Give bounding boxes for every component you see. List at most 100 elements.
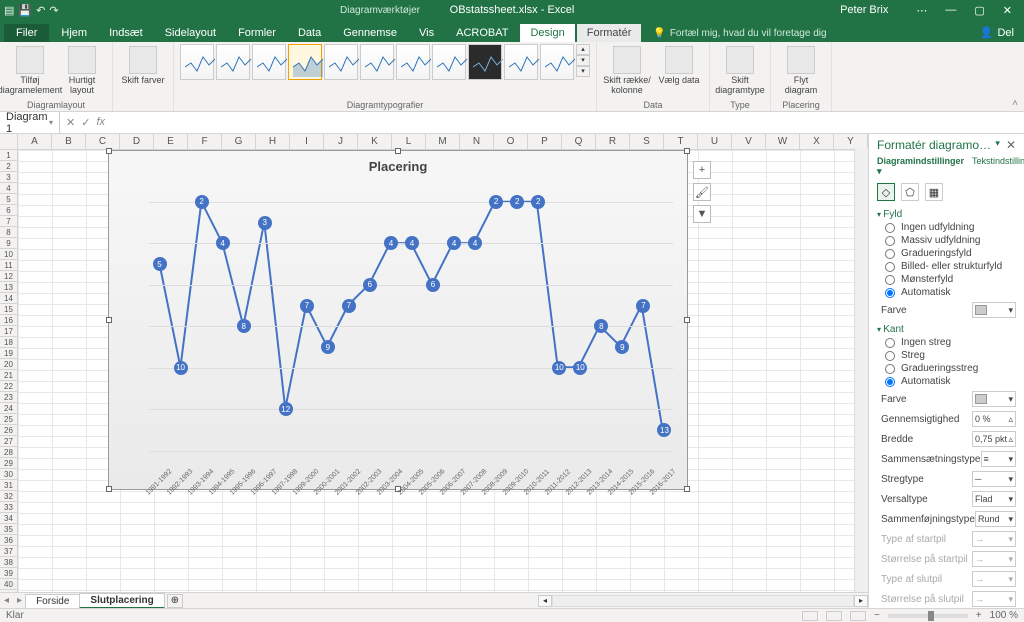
- fill-line-tab-icon[interactable]: ◇: [877, 183, 895, 201]
- data-point[interactable]: 4: [468, 236, 482, 250]
- cap-type-select[interactable]: Flad▾: [972, 491, 1016, 507]
- sheet-tab-slutplacering[interactable]: Slutplacering: [79, 593, 164, 609]
- chart-style-9[interactable]: [468, 44, 502, 80]
- close-button[interactable]: ✕: [995, 2, 1020, 19]
- data-point[interactable]: 10: [174, 361, 188, 375]
- fill-color-picker[interactable]: ▾: [972, 302, 1016, 318]
- ribbon-options-icon[interactable]: ⋯: [908, 2, 935, 19]
- tab-data[interactable]: Data: [288, 24, 331, 42]
- data-point[interactable]: 9: [321, 340, 335, 354]
- opt-no-fill[interactable]: Ingen udfyldning: [885, 222, 1016, 233]
- chart-style-2[interactable]: [216, 44, 250, 80]
- vertical-scrollbar[interactable]: [854, 148, 868, 592]
- zoom-out-button[interactable]: −: [874, 610, 880, 621]
- data-point[interactable]: 8: [594, 319, 608, 333]
- data-point[interactable]: 2: [195, 195, 209, 209]
- change-colors-button[interactable]: Skift farver: [119, 44, 167, 86]
- pane-close-icon[interactable]: ✕: [1006, 138, 1016, 152]
- opt-pattern-fill[interactable]: Mønsterfyld: [885, 274, 1016, 285]
- transparency-input[interactable]: 0 %▵: [972, 411, 1016, 427]
- tab-insert[interactable]: Indsæt: [99, 24, 153, 42]
- data-point[interactable]: 2: [489, 195, 503, 209]
- line-color-picker[interactable]: ▾: [972, 391, 1016, 407]
- opt-no-line[interactable]: Ingen streg: [885, 337, 1016, 348]
- sheet-tab-forside[interactable]: Forside: [25, 594, 80, 608]
- pane-tab-chart-options[interactable]: Diagramindstillinger ▾: [877, 156, 964, 177]
- chevron-down-icon[interactable]: ▾: [49, 118, 53, 127]
- opt-picture-fill[interactable]: Billed- eller strukturfyld: [885, 261, 1016, 272]
- data-point[interactable]: 6: [426, 278, 440, 292]
- tab-home[interactable]: Hjem: [51, 24, 97, 42]
- data-point[interactable]: 13: [657, 423, 671, 437]
- cancel-formula-icon[interactable]: ✕: [66, 116, 75, 129]
- zoom-value[interactable]: 100 %: [990, 610, 1018, 621]
- maximize-button[interactable]: ▢: [966, 2, 992, 19]
- tab-format[interactable]: Formatér: [577, 24, 642, 42]
- fx-icon[interactable]: fx: [96, 116, 105, 129]
- data-point[interactable]: 8: [237, 319, 251, 333]
- add-chart-element-button[interactable]: Tilføj diagramelement: [6, 44, 54, 96]
- zoom-slider[interactable]: [888, 614, 968, 618]
- chart-style-3[interactable]: [252, 44, 286, 80]
- select-all-cell[interactable]: [0, 134, 18, 150]
- tell-me[interactable]: 💡Fortæl mig, hvad du vil foretage dig: [643, 25, 836, 42]
- dash-type-select[interactable]: ─▾: [972, 471, 1016, 487]
- view-normal-button[interactable]: [802, 611, 818, 621]
- chart-style-11[interactable]: [540, 44, 574, 80]
- chart-filter-button[interactable]: ▼: [693, 205, 711, 223]
- data-point[interactable]: 12: [279, 402, 293, 416]
- data-point[interactable]: 7: [636, 299, 650, 313]
- opt-solid-line[interactable]: Streg: [885, 350, 1016, 361]
- chart-style-6[interactable]: [360, 44, 394, 80]
- data-point[interactable]: 4: [447, 236, 461, 250]
- chart-plus-button[interactable]: +: [693, 161, 711, 179]
- enter-formula-icon[interactable]: ✓: [81, 116, 90, 129]
- view-pagelayout-button[interactable]: [826, 611, 842, 621]
- chart-object[interactable]: Placering 510248312797644644222101089713…: [108, 150, 688, 490]
- data-point[interactable]: 10: [573, 361, 587, 375]
- tab-design[interactable]: Design: [520, 24, 574, 42]
- opt-gradient-line[interactable]: Gradueringsstreg: [885, 363, 1016, 374]
- tab-review[interactable]: Gennemse: [333, 24, 407, 42]
- chart-brush-button[interactable]: 🖌: [693, 183, 711, 201]
- join-type-select[interactable]: Rund▾: [975, 511, 1016, 527]
- section-fill[interactable]: Fyld: [877, 209, 1016, 220]
- tab-acrobat[interactable]: ACROBAT: [446, 24, 518, 42]
- chart-style-4[interactable]: [288, 44, 322, 80]
- tab-formulas[interactable]: Formler: [228, 24, 286, 42]
- quick-layout-button[interactable]: Hurtigt layout: [58, 44, 106, 96]
- data-point[interactable]: 10: [552, 361, 566, 375]
- plot-area[interactable]: 510248312797644644222101089713: [149, 181, 673, 449]
- pane-tab-text-options[interactable]: Tekstindstillinger: [972, 156, 1024, 177]
- data-point[interactable]: 7: [300, 299, 314, 313]
- column-headers[interactable]: ABCDEFGHIJKLMNOPQRSTUVWXY: [18, 134, 868, 150]
- name-box[interactable]: Diagram 1▾: [0, 111, 60, 135]
- chart-style-1[interactable]: [180, 44, 214, 80]
- data-point[interactable]: 9: [615, 340, 629, 354]
- section-border[interactable]: Kant: [877, 324, 1016, 335]
- effects-tab-icon[interactable]: ⬠: [901, 183, 919, 201]
- data-point[interactable]: 4: [216, 236, 230, 250]
- opt-auto-line[interactable]: Automatisk: [885, 376, 1016, 387]
- user-name[interactable]: Peter Brix: [832, 2, 896, 18]
- size-tab-icon[interactable]: ▦: [925, 183, 943, 201]
- save-icon[interactable]: 💾: [18, 4, 32, 17]
- chart-style-8[interactable]: [432, 44, 466, 80]
- share-button[interactable]: 👤Del: [970, 23, 1024, 42]
- data-point[interactable]: 4: [405, 236, 419, 250]
- opt-auto-fill[interactable]: Automatisk: [885, 287, 1016, 298]
- add-sheet-button[interactable]: ⊕: [167, 594, 183, 608]
- chart-style-10[interactable]: [504, 44, 538, 80]
- chart-style-5[interactable]: [324, 44, 358, 80]
- data-point[interactable]: 6: [363, 278, 377, 292]
- view-pagebreak-button[interactable]: [850, 611, 866, 621]
- opt-solid-fill[interactable]: Massiv udfyldning: [885, 235, 1016, 246]
- zoom-in-button[interactable]: +: [976, 610, 982, 621]
- compound-type-select[interactable]: ≡▾: [981, 451, 1017, 467]
- tab-view[interactable]: Vis: [409, 24, 444, 42]
- tab-pagelayout[interactable]: Sidelayout: [155, 24, 226, 42]
- data-point[interactable]: 5: [153, 257, 167, 271]
- data-point[interactable]: 7: [342, 299, 356, 313]
- tab-file[interactable]: Filer: [4, 24, 49, 42]
- width-input[interactable]: 0,75 pkt▵: [972, 431, 1016, 447]
